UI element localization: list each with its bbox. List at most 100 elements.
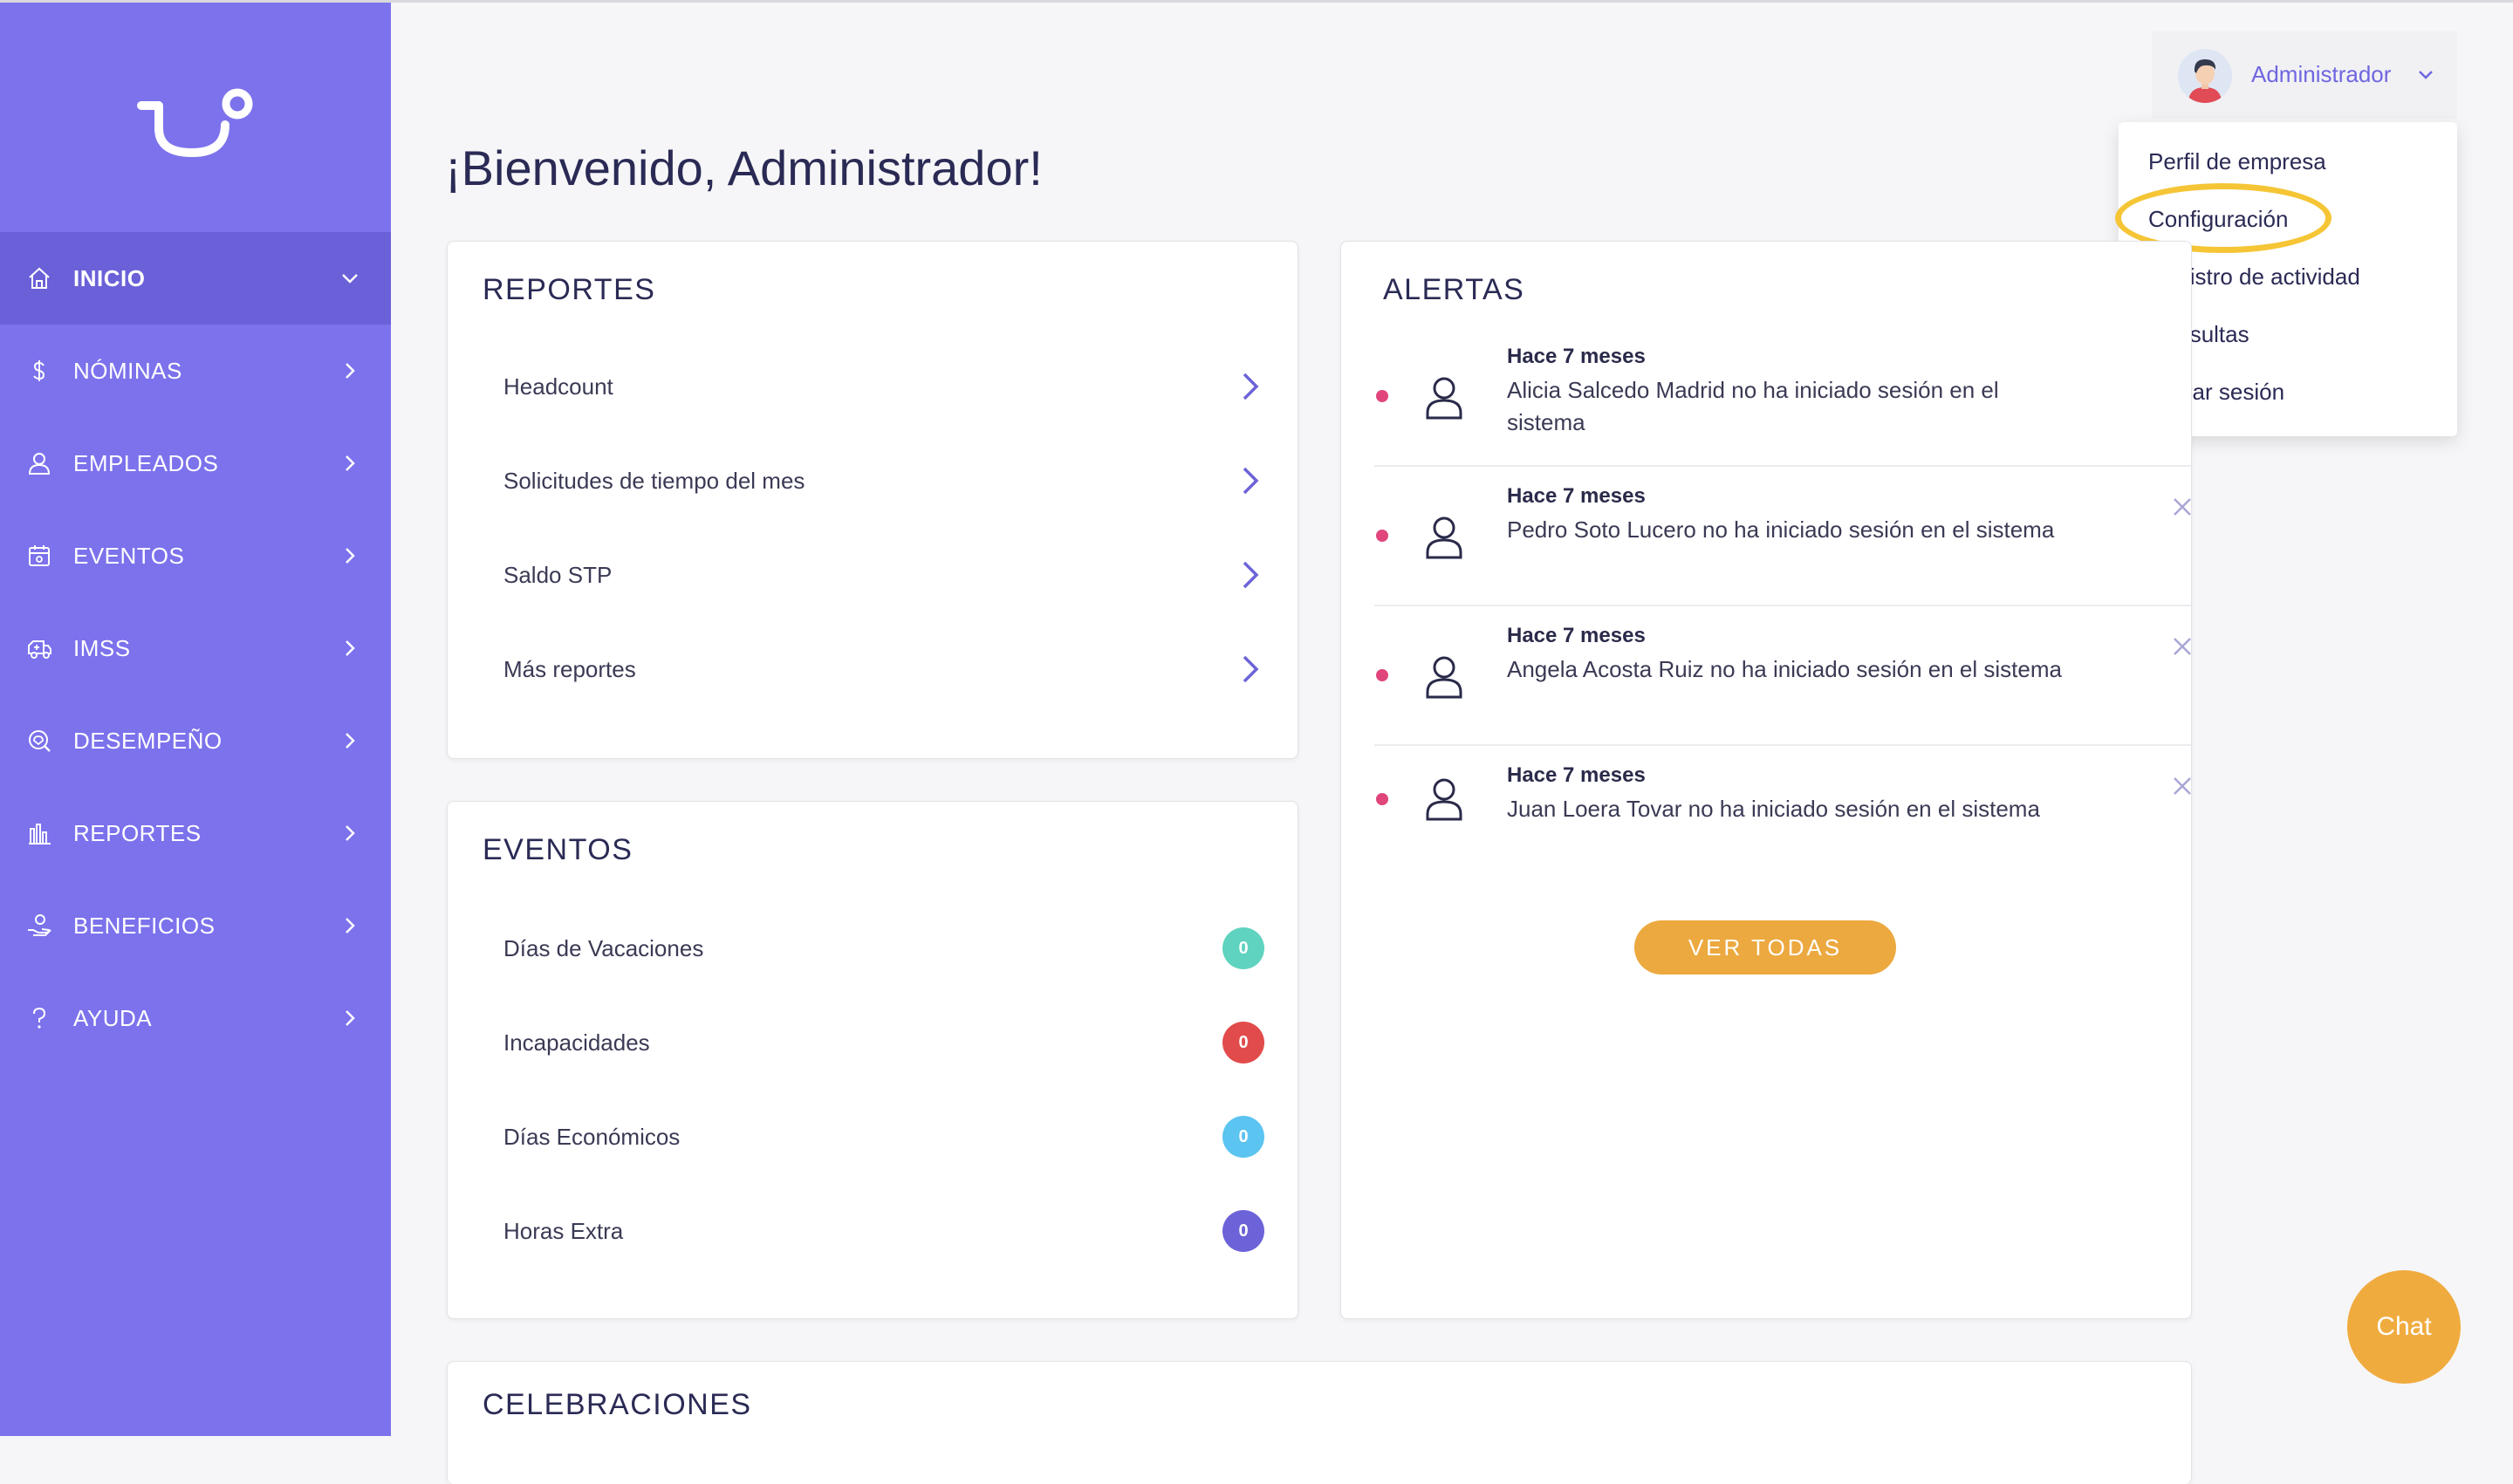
- sidebar-item-label: EVENTOS: [73, 542, 185, 569]
- user-icon: [1426, 778, 1462, 821]
- report-label: Solicitudes de tiempo del mes: [503, 468, 805, 494]
- chevron-right-icon: [346, 640, 355, 656]
- sidebar-item-inicio[interactable]: INICIO: [0, 232, 391, 325]
- sidebar-item-eventos[interactable]: EVENTOS: [0, 509, 391, 602]
- chevron-right-icon: [346, 733, 355, 749]
- sidebar-item-beneficios[interactable]: BENEFICIOS: [0, 879, 391, 972]
- report-item-mas-reportes[interactable]: Más reportes: [503, 643, 1263, 695]
- report-item-saldo-stp[interactable]: Saldo STP: [503, 549, 1263, 601]
- logo-icon: [137, 88, 253, 157]
- alert-item: Hace 7 meses Juan Loera Tovar no ha inic…: [1376, 763, 2193, 842]
- event-item-incapacidades[interactable]: Incapacidades 0: [503, 1016, 1264, 1069]
- sidebar-item-label: NÓMINAS: [73, 357, 182, 384]
- performance-icon: [29, 730, 51, 752]
- sidebar: INICIO NÓMINAS EMPLEADOS EVENTOS IMSS DE…: [0, 3, 391, 1436]
- close-icon[interactable]: [2172, 776, 2193, 797]
- chevron-right-icon: [346, 825, 355, 841]
- unread-dot: [1376, 390, 1388, 402]
- sidebar-item-ayuda[interactable]: AYUDA: [0, 972, 391, 1064]
- event-item-dias-economicos[interactable]: Días Económicos 0: [503, 1111, 1264, 1163]
- chevron-right-icon: [1243, 655, 1259, 683]
- unread-dot: [1376, 530, 1388, 542]
- chevron-down-icon: [342, 274, 358, 284]
- chevron-right-icon: [346, 548, 355, 564]
- alertas-card: ALERTAS Hace 7 meses Alicia Salcedo Madr…: [1340, 241, 2192, 1319]
- count-badge: 0: [1222, 927, 1264, 969]
- report-label: Headcount: [503, 373, 613, 400]
- alert-time: Hace 7 meses: [1507, 345, 1646, 368]
- card-title: REPORTES: [483, 273, 656, 306]
- event-label: Horas Extra: [503, 1218, 624, 1244]
- event-label: Días Económicos: [503, 1124, 681, 1150]
- close-icon[interactable]: [2172, 496, 2193, 517]
- event-label: Incapacidades: [503, 1029, 650, 1056]
- bar-chart-icon: [29, 824, 51, 845]
- count-badge: 0: [1222, 1210, 1264, 1252]
- chat-button[interactable]: Chat: [2347, 1270, 2461, 1384]
- chevron-right-icon: [346, 918, 355, 933]
- alert-time: Hace 7 meses: [1507, 763, 1646, 787]
- unread-dot: [1376, 793, 1388, 805]
- divider: [1374, 744, 2191, 746]
- benefits-icon: [28, 914, 51, 936]
- chevron-right-icon: [346, 455, 355, 471]
- report-label: Más reportes: [503, 656, 636, 682]
- sidebar-item-label: BENEFICIOS: [73, 912, 216, 939]
- menu-item-perfil-empresa[interactable]: Perfil de empresa: [2148, 148, 2326, 175]
- ver-todas-button[interactable]: VER TODAS: [1634, 920, 1896, 975]
- user-menu-button[interactable]: Administrador: [2152, 31, 2457, 119]
- sidebar-item-desempeno[interactable]: DESEMPEÑO: [0, 694, 391, 787]
- page-title: ¡Bienvenido, Administrador!: [445, 140, 1043, 195]
- divider: [1374, 605, 2191, 606]
- count-badge: 0: [1222, 1116, 1264, 1158]
- chevron-right-icon: [1243, 561, 1259, 589]
- sidebar-item-reportes[interactable]: REPORTES: [0, 787, 391, 879]
- card-title: CELEBRACIONES: [483, 1388, 752, 1421]
- alert-message: Alicia Salcedo Madrid no ha iniciado ses…: [1507, 377, 1999, 435]
- alert-time: Hace 7 meses: [1507, 484, 1646, 508]
- alert-message: Juan Loera Tovar no ha iniciado sesión e…: [1507, 796, 2040, 822]
- chevron-right-icon: [1243, 467, 1259, 495]
- event-label: Días de Vacaciones: [503, 935, 704, 961]
- unread-dot: [1376, 669, 1388, 681]
- sidebar-item-label: EMPLEADOS: [73, 449, 219, 476]
- chevron-down-icon: [2419, 71, 2433, 79]
- close-icon[interactable]: [2172, 636, 2193, 657]
- avatar: [2178, 49, 2232, 103]
- sidebar-item-label: IMSS: [73, 634, 131, 661]
- calendar-icon: [29, 545, 50, 566]
- count-badge: 0: [1222, 1022, 1264, 1063]
- card-title: EVENTOS: [483, 833, 633, 866]
- celebraciones-card: CELEBRACIONES: [447, 1361, 2192, 1484]
- sidebar-item-label: AYUDA: [73, 1004, 153, 1031]
- alert-item: Hace 7 meses Pedro Soto Lucero no ha ini…: [1376, 484, 2193, 615]
- sidebar-item-empleados[interactable]: EMPLEADOS: [0, 417, 391, 509]
- user-icon: [1426, 656, 1462, 699]
- user-icon: [1426, 377, 1462, 420]
- avatar-icon: [2178, 49, 2232, 103]
- sidebar-nav: INICIO NÓMINAS EMPLEADOS EVENTOS IMSS DE…: [0, 232, 391, 1064]
- reportes-card: REPORTES Headcount Solicitudes de tiempo…: [447, 241, 1298, 759]
- alert-message: Pedro Soto Lucero no ha iniciado sesión …: [1507, 516, 2055, 543]
- sidebar-item-imss[interactable]: IMSS: [0, 602, 391, 694]
- report-item-solicitudes[interactable]: Solicitudes de tiempo del mes: [503, 455, 1263, 507]
- home-icon: [29, 267, 50, 289]
- chevron-right-icon: [1243, 373, 1259, 400]
- event-item-horas-extra[interactable]: Horas Extra 0: [503, 1205, 1264, 1257]
- report-item-headcount[interactable]: Headcount: [503, 360, 1263, 413]
- user-name: Administrador: [2251, 61, 2392, 87]
- sidebar-item-label: INICIO: [73, 264, 146, 291]
- chevron-right-icon: [346, 1010, 355, 1026]
- alert-time: Hace 7 meses: [1507, 624, 1646, 647]
- user-icon: [28, 453, 51, 475]
- alert-item: Hace 7 meses Angela Acosta Ruiz no ha in…: [1376, 624, 2193, 755]
- dollar-icon: [33, 360, 45, 381]
- user-icon: [1426, 516, 1462, 559]
- sidebar-item-label: REPORTES: [73, 819, 202, 846]
- ambulance-icon: [28, 640, 51, 659]
- sidebar-item-nominas[interactable]: NÓMINAS: [0, 325, 391, 417]
- chevron-right-icon: [346, 363, 355, 379]
- sidebar-item-label: DESEMPEÑO: [73, 727, 223, 754]
- help-icon: [33, 1007, 46, 1029]
- event-item-vacaciones[interactable]: Días de Vacaciones 0: [503, 922, 1264, 975]
